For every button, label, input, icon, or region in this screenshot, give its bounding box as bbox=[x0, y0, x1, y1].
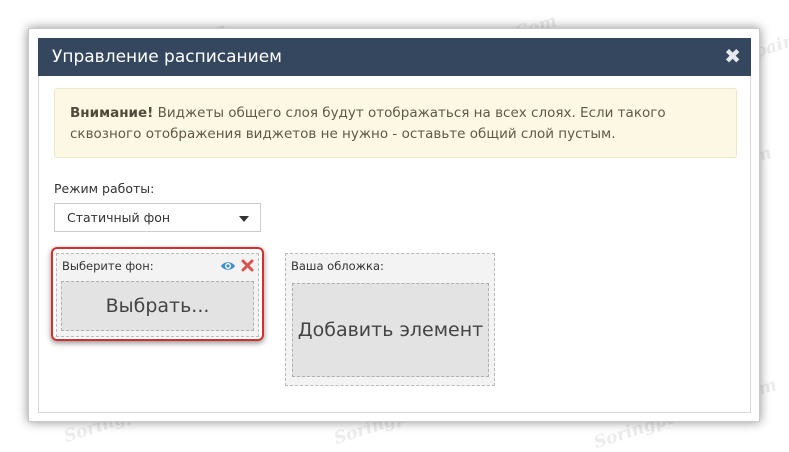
chevron-down-icon bbox=[239, 216, 249, 222]
alert-strong: Внимание! bbox=[70, 105, 154, 121]
screenshot-stage: Soringpcrepair.Com Soringpcrepair.Com So… bbox=[0, 0, 789, 452]
cover-panel: Ваша обложка: Добавить элемент bbox=[285, 253, 495, 386]
cover-panel-label: Ваша обложка: bbox=[291, 259, 384, 273]
add-element-button[interactable]: Добавить элемент bbox=[292, 283, 489, 377]
mode-select[interactable]: Статичный фон bbox=[54, 203, 261, 232]
schedule-dialog: Управление расписанием ✖ Внимание! Видже… bbox=[28, 28, 760, 422]
mode-label: Режим работы: bbox=[54, 181, 155, 196]
mode-select-value: Статичный фон bbox=[67, 210, 171, 225]
dialog-titlebar: Управление расписанием ✖ bbox=[38, 38, 751, 76]
dialog-title: Управление расписанием bbox=[52, 47, 282, 67]
highlight-frame bbox=[51, 247, 264, 341]
warning-alert: Внимание! Виджеты общего слоя будут отоб… bbox=[54, 88, 737, 158]
alert-text: Виджеты общего слоя будут отображаться н… bbox=[70, 105, 666, 142]
close-icon[interactable]: ✖ bbox=[724, 38, 741, 76]
